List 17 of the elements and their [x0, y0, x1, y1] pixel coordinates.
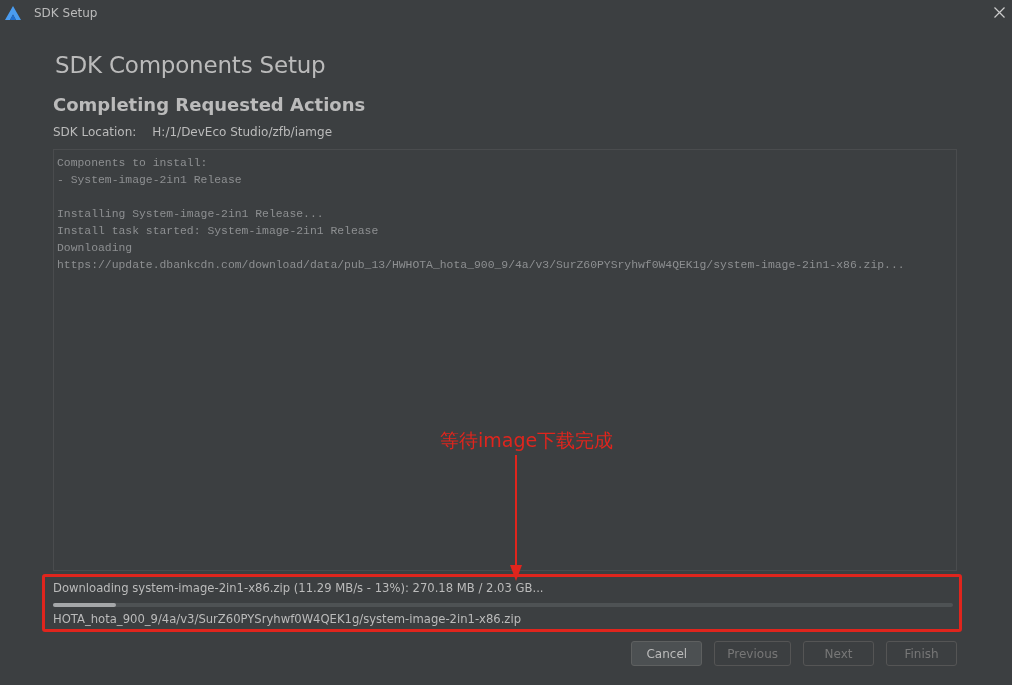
window-title: SDK Setup	[34, 5, 98, 20]
page-heading: SDK Components Setup	[55, 52, 327, 78]
log-line: https://update.dbankcdn.com/download/data/pub_13/HWHOTA_hota_900_9/4a/v3/SurZ60PYSryhwf0W4QEK1g/system-image-2in1-x86.zip...	[57, 259, 905, 271]
dialog-button[interactable]: Cancel	[631, 641, 703, 666]
location-value: H:/1/DevEco Studio/zfb/iamge	[152, 125, 332, 139]
log-line: Downloading	[57, 242, 133, 254]
section-heading: Completing Requested Actions	[53, 94, 367, 115]
log-line: - System-image-2in1 Release	[57, 174, 242, 186]
log-line: Components to install:	[57, 157, 208, 169]
app-logo-icon	[5, 5, 21, 20]
location-label: SDK Location:	[53, 125, 137, 139]
download-status: Downloading system-image-2in1-x86.zip (11.29 MB/s - 13%): 270.18 MB / 2.03 GB...	[53, 581, 545, 595]
annotation-note: 等待image下载完成	[440, 428, 614, 453]
download-path: HOTA_hota_900_9/4a/v3/SurZ60PYSryhwf0W4QEK1g/system-image-2in1-x86.zip	[53, 612, 523, 626]
log-line: Installing System-image-2in1 Release...	[57, 208, 324, 220]
close-icon[interactable]	[994, 7, 1005, 18]
log-line: Install task started: System-image-2in1 Release	[57, 225, 379, 237]
